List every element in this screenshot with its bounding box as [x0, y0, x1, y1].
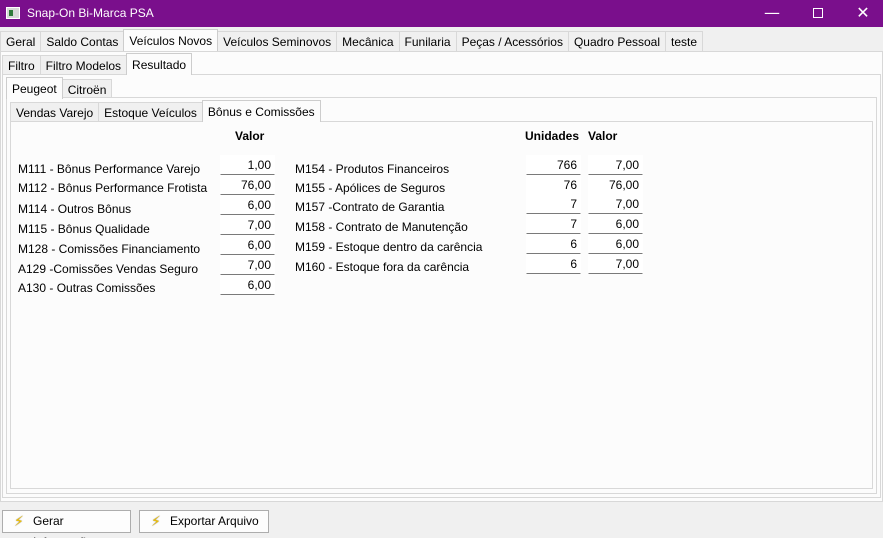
- valor-field-m115[interactable]: 7,00: [220, 215, 275, 235]
- row-label-m160: M160 - Estoque fora da carência: [295, 260, 470, 274]
- section-tab-bar: Vendas Varejo Estoque Veículos Bônus e C…: [10, 100, 321, 122]
- tab-filtro[interactable]: Filtro: [2, 55, 41, 75]
- right-unidades-header: Unidades: [525, 129, 580, 143]
- valor-field-m158[interactable]: 6,00: [588, 214, 643, 234]
- tab-peugeot[interactable]: Peugeot: [6, 77, 63, 99]
- minimize-button[interactable]: —: [749, 0, 795, 27]
- tab-mecanica[interactable]: Mecânica: [336, 31, 400, 51]
- sub-tab-bar: Filtro Filtro Modelos Resultado: [2, 53, 193, 75]
- unidades-field-m155[interactable]: 76: [526, 175, 581, 195]
- row-label-a130: A130 - Outras Comissões: [18, 281, 156, 295]
- close-button[interactable]: ✕: [840, 0, 883, 27]
- valor-field-a129[interactable]: 7,00: [220, 255, 275, 275]
- row-label-a129: A129 -Comissões Vendas Seguro: [18, 262, 199, 276]
- row-label-m155: M155 - Apólices de Seguros: [295, 181, 446, 195]
- row-label-m159: M159 - Estoque dentro da carência: [295, 240, 483, 254]
- window-title: Snap-On Bi-Marca PSA: [27, 6, 154, 20]
- row-label-m157: M157 -Contrato de Garantia: [295, 200, 445, 214]
- maximize-button[interactable]: [795, 0, 841, 27]
- exportar-arquivo-label: Exportar Arquivo: [170, 514, 259, 528]
- lightning-bolt-icon: ⚡: [14, 514, 24, 530]
- unidades-field-m159[interactable]: 6: [526, 234, 581, 254]
- valor-field-m114[interactable]: 6,00: [220, 195, 275, 215]
- valor-field-m155[interactable]: 76,00: [588, 175, 643, 195]
- tab-saldo-contas[interactable]: Saldo Contas: [40, 31, 125, 51]
- tab-veiculos-seminovos[interactable]: Veículos Seminovos: [217, 31, 338, 51]
- unidades-field-m154[interactable]: 766: [526, 155, 581, 175]
- bonus-comissoes-panel: [10, 121, 873, 489]
- row-label-m158: M158 - Contrato de Manutenção: [295, 220, 468, 234]
- tab-estoque-veiculos[interactable]: Estoque Veículos: [98, 102, 203, 122]
- tab-citroen[interactable]: Citroën: [61, 79, 113, 99]
- exportar-arquivo-button[interactable]: ⚡ Exportar Arquivo: [139, 510, 269, 533]
- unidades-field-m158[interactable]: 7: [526, 214, 581, 234]
- brand-tab-bar: Peugeot Citroën: [6, 77, 113, 99]
- valor-field-m157[interactable]: 7,00: [588, 194, 643, 214]
- unidades-field-m160[interactable]: 6: [526, 254, 581, 274]
- row-label-m111: M111 - Bônus Performance Varejo: [18, 162, 201, 176]
- valor-field-m160[interactable]: 7,00: [588, 254, 643, 274]
- valor-field-m159[interactable]: 6,00: [588, 234, 643, 254]
- tab-filtro-modelos[interactable]: Filtro Modelos: [39, 55, 128, 75]
- valor-field-m154[interactable]: 7,00: [588, 155, 643, 175]
- row-label-m128: M128 - Comissões Financiamento: [18, 242, 201, 256]
- valor-field-m128[interactable]: 6,00: [220, 235, 275, 255]
- tab-geral[interactable]: Geral: [0, 31, 42, 51]
- valor-field-m111[interactable]: 1,00: [220, 155, 275, 175]
- title-bar: Snap-On Bi-Marca PSA — ✕: [0, 0, 883, 27]
- tab-pecas-acessorios[interactable]: Peças / Acessórios: [455, 31, 569, 51]
- valor-field-m112[interactable]: 76,00: [220, 175, 275, 195]
- tab-quadro-pessoal[interactable]: Quadro Pessoal: [567, 31, 667, 51]
- app-icon: [6, 7, 20, 19]
- tab-teste[interactable]: teste: [665, 31, 704, 51]
- unidades-field-m157[interactable]: 7: [526, 194, 581, 214]
- row-label-m154: M154 - Produtos Financeiros: [295, 162, 450, 176]
- tab-funilaria[interactable]: Funilaria: [398, 31, 457, 51]
- tab-resultado[interactable]: Resultado: [126, 53, 193, 75]
- row-label-m112: M112 - Bônus Performance Frotista: [18, 181, 208, 195]
- gerar-informacoes-label: Gerar Informações: [33, 514, 99, 538]
- tab-bonus-comissoes[interactable]: Bônus e Comissões: [201, 100, 321, 122]
- gerar-informacoes-button[interactable]: ⚡ Gerar Informações: [2, 510, 131, 538]
- tab-veiculos-novos[interactable]: Veículos Novos: [123, 29, 219, 51]
- row-label-m115: M115 - Bônus Qualidade: [18, 222, 150, 236]
- left-valor-header: Valor: [235, 129, 265, 143]
- maximize-icon: [813, 8, 823, 18]
- right-valor-header: Valor: [588, 129, 618, 143]
- lightning-bolt-icon: ⚡: [151, 514, 161, 530]
- valor-field-a130[interactable]: 6,00: [220, 275, 275, 295]
- row-label-m114: M114 - Outros Bônus: [18, 202, 132, 216]
- main-tab-bar: Geral Saldo Contas Veículos Novos Veícul…: [0, 29, 704, 51]
- tab-vendas-varejo[interactable]: Vendas Varejo: [10, 102, 100, 122]
